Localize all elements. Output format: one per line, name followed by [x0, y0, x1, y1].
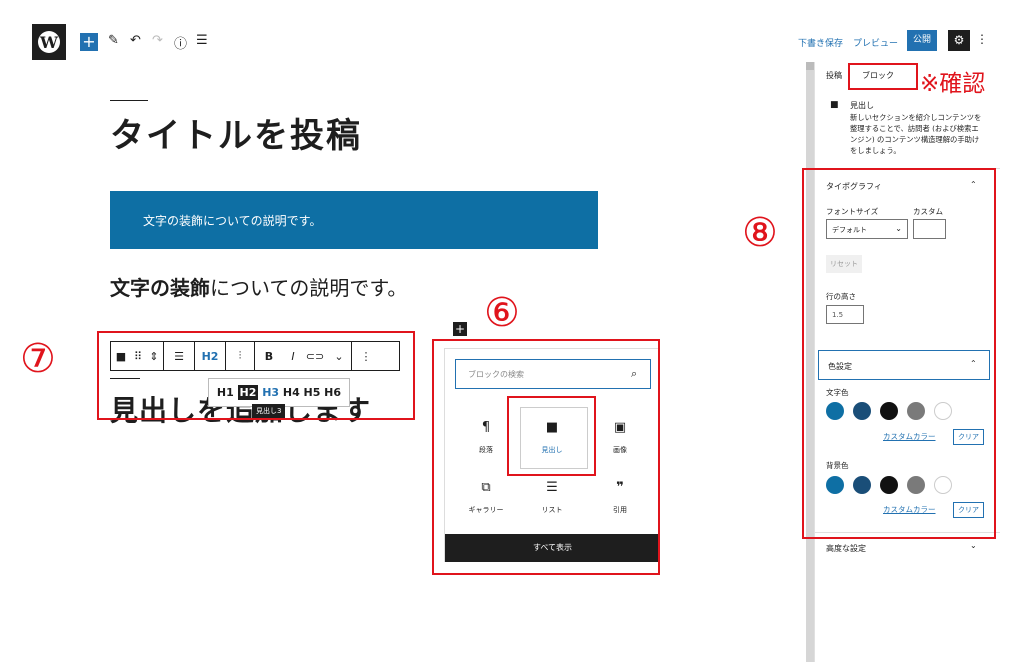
inline-inserter-button[interactable]: +: [453, 322, 467, 336]
annotation-box-7: [97, 331, 415, 420]
undo-icon[interactable]: ↶: [130, 33, 141, 48]
gear-icon: ⚙: [953, 33, 965, 47]
annotation-number-6: ⑥: [484, 290, 520, 336]
list-view-icon[interactable]: ☰: [196, 33, 208, 48]
pencil-icon[interactable]: ✎: [108, 33, 119, 48]
paragraph-block[interactable]: 文字の装飾についての説明です。: [110, 272, 407, 301]
title-divider: [110, 100, 148, 101]
preview-button[interactable]: プレビュー: [853, 36, 898, 49]
wordpress-logo-button[interactable]: W: [32, 24, 66, 60]
chevron-down-icon[interactable]: ⌄: [970, 541, 977, 550]
paragraph-bold-text: 文字の装飾: [110, 276, 210, 300]
publish-button[interactable]: 公開: [907, 30, 937, 51]
annotation-number-8: ⑧: [742, 210, 778, 256]
save-draft-button[interactable]: 下書き保存: [798, 36, 843, 49]
annotation-confirm: ※確認: [920, 71, 986, 97]
block-card-title: 見出し: [850, 101, 874, 110]
wordpress-icon: W: [38, 31, 60, 53]
blue-paragraph-block[interactable]: 文字の装飾についての説明です。: [110, 191, 598, 249]
info-icon[interactable]: ⓘ: [174, 33, 187, 52]
settings-gear-button[interactable]: ⚙: [948, 30, 970, 51]
annotation-number-7: ⑦: [20, 336, 56, 382]
annotation-box-block-tab: [848, 63, 918, 90]
post-title[interactable]: タイトルを投稿: [110, 108, 362, 157]
annotation-box-8: [802, 168, 996, 539]
annotation-box-heading-block: [507, 396, 596, 476]
paragraph-text: についての説明です。: [210, 276, 408, 300]
tab-post[interactable]: 投稿: [826, 70, 842, 81]
bookmark-icon: ■: [830, 100, 839, 110]
redo-icon[interactable]: ↷: [152, 33, 163, 48]
add-block-button[interactable]: +: [80, 33, 98, 51]
advanced-panel-title[interactable]: 高度な設定: [826, 543, 866, 554]
scrollbar-thumb[interactable]: [806, 62, 814, 70]
block-card-description: 新しいセクションを紹介しコンテンツを整理することで、訪問者 (および検索エンジン…: [850, 113, 982, 155]
more-options-icon[interactable]: ⋮: [976, 32, 988, 46]
